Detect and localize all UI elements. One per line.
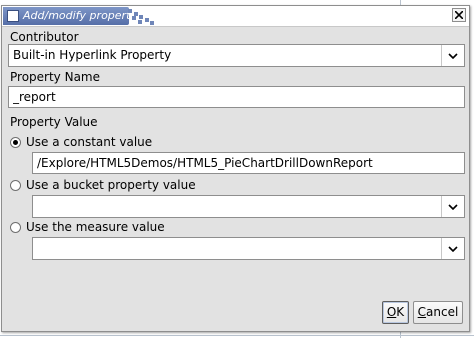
- titlebar-grip-icon: [128, 9, 154, 25]
- add-modify-property-dialog: Add/modify property Contributor Built-in…: [1, 5, 470, 332]
- property-value-label: Property Value: [10, 115, 98, 129]
- contributor-dropdown[interactable]: Built-in Hyperlink Property: [8, 44, 465, 67]
- radio-bucket-property-value-label[interactable]: Use a bucket property value: [26, 178, 196, 192]
- measure-value-dropdown[interactable]: [32, 237, 465, 260]
- property-name-label: Property Name: [10, 70, 100, 84]
- ok-button-label: K: [396, 305, 405, 319]
- radio-constant-value[interactable]: [10, 137, 21, 148]
- radio-selected-dot: [13, 140, 18, 145]
- title-tab: Add/modify property: [3, 7, 137, 25]
- background-divider: [0, 335, 474, 336]
- radio-bucket-property-value[interactable]: [10, 180, 21, 191]
- constant-value-input[interactable]: [33, 153, 464, 173]
- radio-constant-value-label[interactable]: Use a constant value: [26, 135, 152, 149]
- radio-measure-value[interactable]: [10, 222, 21, 233]
- chevron-down-icon: [448, 53, 458, 59]
- measure-value-dropdown-arrow[interactable]: [441, 238, 464, 259]
- radio-measure-value-label[interactable]: Use the measure value: [26, 220, 165, 234]
- property-name-field[interactable]: [8, 86, 465, 108]
- contributor-dropdown-arrow[interactable]: [441, 45, 464, 66]
- ok-button-mnemonic: O: [386, 305, 397, 319]
- cancel-button[interactable]: Cancel: [413, 301, 463, 324]
- close-icon: [455, 11, 463, 19]
- cancel-button-mnemonic: C: [417, 305, 427, 319]
- contributor-selected-value: Built-in Hyperlink Property: [13, 48, 172, 62]
- chevron-down-icon: [448, 204, 458, 210]
- cancel-button-label: ancel: [426, 305, 459, 319]
- bucket-property-dropdown-arrow[interactable]: [441, 196, 464, 217]
- close-button[interactable]: [452, 8, 466, 22]
- dialog-titlebar[interactable]: Add/modify property: [2, 6, 469, 27]
- bucket-property-dropdown[interactable]: [32, 195, 465, 218]
- dialog-title: Add/modify property: [23, 9, 137, 22]
- chevron-down-icon: [448, 246, 458, 252]
- window-icon: [7, 10, 19, 22]
- property-name-input[interactable]: [9, 87, 464, 107]
- ok-button[interactable]: OK: [382, 301, 409, 324]
- constant-value-field[interactable]: [32, 152, 465, 174]
- contributor-label: Contributor: [10, 30, 79, 44]
